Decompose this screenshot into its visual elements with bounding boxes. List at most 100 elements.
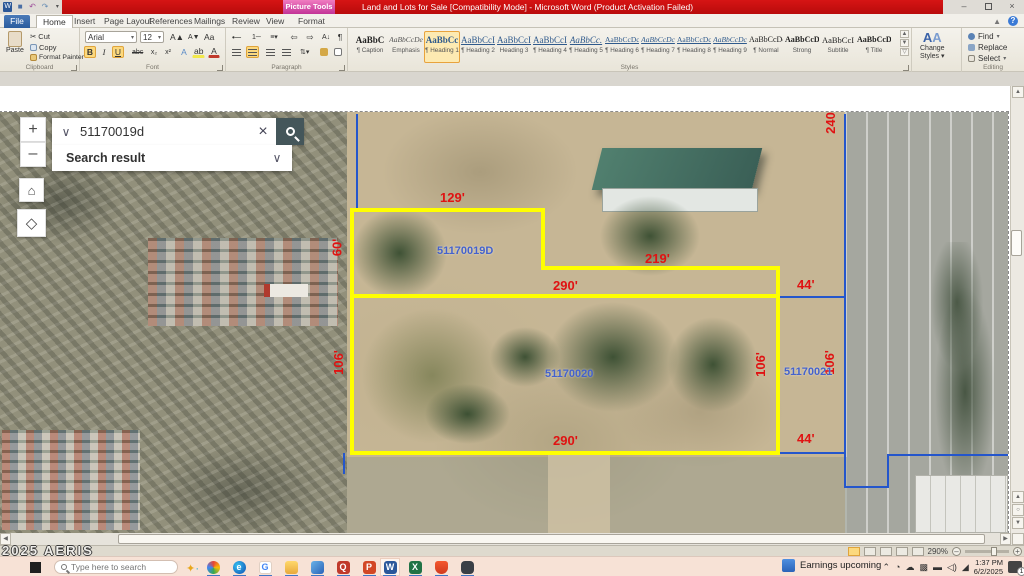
scroll-next-page-icon[interactable]: ▼ xyxy=(1012,517,1024,529)
style-heading-3[interactable]: AaBbCcIHeading 3 xyxy=(496,31,532,63)
paragraph-dialog-launcher[interactable] xyxy=(339,65,345,71)
clipboard-dialog-launcher[interactable] xyxy=(71,65,77,71)
replace-button[interactable]: Replace xyxy=(968,42,1007,53)
tab-format[interactable]: Format xyxy=(292,15,331,28)
superscript-icon[interactable]: x² xyxy=(162,46,174,58)
format-painter-button[interactable]: Format Painter xyxy=(30,54,84,61)
text-effects-icon[interactable]: A xyxy=(178,46,190,58)
font-family-select[interactable]: Arial▾ xyxy=(85,31,137,43)
find-button[interactable]: Find▾ xyxy=(968,31,1000,42)
photos-icon[interactable] xyxy=(309,560,325,574)
select-button[interactable]: Select▾ xyxy=(968,53,1006,64)
taskbar-search-input[interactable] xyxy=(71,562,171,572)
cut-button[interactable]: ✂Cut xyxy=(30,32,50,41)
line-spacing-icon[interactable]: ⇅▾ xyxy=(298,46,311,58)
close-icon[interactable]: × xyxy=(1004,2,1020,12)
style-heading-6[interactable]: AaBbCcDc¶ Heading 6 xyxy=(604,31,640,63)
zoom-slider-thumb[interactable] xyxy=(991,547,997,556)
search-clear-icon[interactable]: × xyxy=(250,123,276,141)
shading-icon[interactable] xyxy=(318,46,330,58)
change-styles-button[interactable]: AA Change Styles ▾ xyxy=(920,30,945,60)
style-heading-8[interactable]: AaBbCcDc¶ Heading 8 xyxy=(676,31,712,63)
scroll-prev-page-icon[interactable]: ▲ xyxy=(1012,491,1024,503)
increase-indent-icon[interactable]: ⇨ xyxy=(304,31,316,43)
network-icon[interactable]: ◢ xyxy=(962,562,969,573)
style-heading-1[interactable]: AaBbCc¶ Heading 1 xyxy=(424,31,460,63)
minimize-icon[interactable]: – xyxy=(956,2,972,12)
map-home-button[interactable]: ⌂ xyxy=(19,178,44,202)
qat-dropdown-icon[interactable]: ▾ xyxy=(53,2,62,12)
scroll-right-icon[interactable]: ▶ xyxy=(1000,533,1011,545)
subscript-icon[interactable]: x₂ xyxy=(148,46,160,58)
vertical-scroll-thumb[interactable] xyxy=(1011,230,1022,256)
edge-icon[interactable]: e xyxy=(231,560,247,574)
vertical-scrollbar[interactable]: ▲ ▲ ○ ▼ xyxy=(1010,86,1024,533)
clock-tray-icon[interactable]: ◔ xyxy=(895,562,900,572)
file-explorer-icon[interactable] xyxy=(283,560,299,574)
search-submit-button[interactable] xyxy=(276,118,304,145)
scroll-up-icon[interactable]: ▲ xyxy=(1012,86,1024,98)
draft-view-icon[interactable] xyxy=(912,547,924,556)
style-caption[interactable]: AaBbC¶ Caption xyxy=(352,31,388,63)
italic-button[interactable]: I xyxy=(98,46,110,58)
redo-icon[interactable]: ↷ xyxy=(40,2,49,12)
fullscreen-reading-view-icon[interactable] xyxy=(864,547,876,556)
multilevel-list-icon[interactable]: ≡▾ xyxy=(268,31,280,43)
font-dialog-launcher[interactable] xyxy=(217,65,223,71)
style-title[interactable]: AaBbCcDdl¶ Title xyxy=(856,31,892,63)
zoom-in-icon[interactable]: + xyxy=(1013,547,1022,556)
style-strong[interactable]: AaBbCcDdStrong xyxy=(784,31,820,63)
start-button[interactable] xyxy=(30,562,41,573)
tab-insert[interactable]: Insert xyxy=(68,15,101,28)
style-heading-5[interactable]: AaBbCc.¶ Heading 5 xyxy=(568,31,604,63)
style-normal[interactable]: AaBbCcDc¶ Normal xyxy=(748,31,784,63)
taskbar-search-box[interactable] xyxy=(54,560,178,574)
tab-mailings[interactable]: Mailings xyxy=(188,15,231,28)
zoom-level[interactable]: 290% xyxy=(928,547,948,556)
chrome-icon[interactable] xyxy=(205,560,221,574)
paste-button[interactable]: Paste xyxy=(6,31,24,54)
aerial-map-picture[interactable]: 129' 60' 219' 290' 44' 106' 106' 106' 24… xyxy=(0,112,1008,533)
map-zoom-out-button[interactable]: – xyxy=(20,142,46,167)
quickbooks-icon[interactable]: Q xyxy=(335,560,351,574)
shrink-font-icon[interactable]: A▼ xyxy=(186,31,202,43)
print-layout-view-icon[interactable] xyxy=(848,547,860,556)
font-size-select[interactable]: 12▾ xyxy=(140,31,164,43)
underline-button[interactable]: U xyxy=(112,46,124,58)
style-heading-4[interactable]: AaBbCcI¶ Heading 4 xyxy=(532,31,568,63)
tab-view[interactable]: View xyxy=(260,15,290,28)
styles-scroll-up-icon[interactable]: ▲ xyxy=(900,30,909,38)
style-heading-7[interactable]: AaBbCcDc¶ Heading 7 xyxy=(640,31,676,63)
bold-button[interactable]: B xyxy=(84,46,96,58)
browse-object-icon[interactable]: ○ xyxy=(1012,504,1024,516)
hidden-icons-chevron-icon[interactable]: ⌃ xyxy=(882,562,890,573)
copilot-icon[interactable]: ✦ xyxy=(186,561,199,575)
tab-file[interactable]: File xyxy=(4,15,30,28)
align-center-icon[interactable] xyxy=(246,46,259,58)
change-case-icon[interactable]: Aa xyxy=(202,31,216,43)
font-color-icon[interactable]: A xyxy=(208,46,220,58)
styles-scroll-down-icon[interactable]: ▼ xyxy=(900,39,909,47)
strikethrough-icon[interactable]: abc xyxy=(130,46,145,58)
highlight-color-icon[interactable]: ab xyxy=(192,46,205,58)
google-icon[interactable]: G xyxy=(257,560,273,574)
decrease-indent-icon[interactable]: ⇦ xyxy=(288,31,300,43)
volume-icon[interactable]: ◁) xyxy=(947,562,957,573)
excel-icon[interactable]: X xyxy=(407,560,423,574)
collapse-ribbon-icon[interactable]: ▲ xyxy=(993,17,1001,26)
restore-icon[interactable] xyxy=(980,2,996,12)
word-taskbar-icon-active[interactable]: W xyxy=(380,558,400,576)
brave-icon[interactable] xyxy=(433,560,449,574)
pilcrow-icon[interactable]: ¶ xyxy=(334,31,346,43)
map-zoom-in-button[interactable]: + xyxy=(20,117,46,142)
styles-dialog-launcher[interactable] xyxy=(903,65,909,71)
result-chevron-down-icon[interactable]: ∨ xyxy=(262,151,292,165)
copy-button[interactable]: Copy xyxy=(30,43,57,52)
align-left-icon[interactable] xyxy=(230,46,243,58)
save-icon[interactable]: ■ xyxy=(15,2,24,12)
notification-center-icon[interactable]: 1 xyxy=(1008,561,1022,573)
zoom-out-icon[interactable]: – xyxy=(952,547,961,556)
horizontal-scrollbar[interactable]: ◀ ▶ xyxy=(0,533,1024,545)
grow-font-icon[interactable]: A▲ xyxy=(168,31,186,43)
borders-icon[interactable] xyxy=(332,46,344,58)
